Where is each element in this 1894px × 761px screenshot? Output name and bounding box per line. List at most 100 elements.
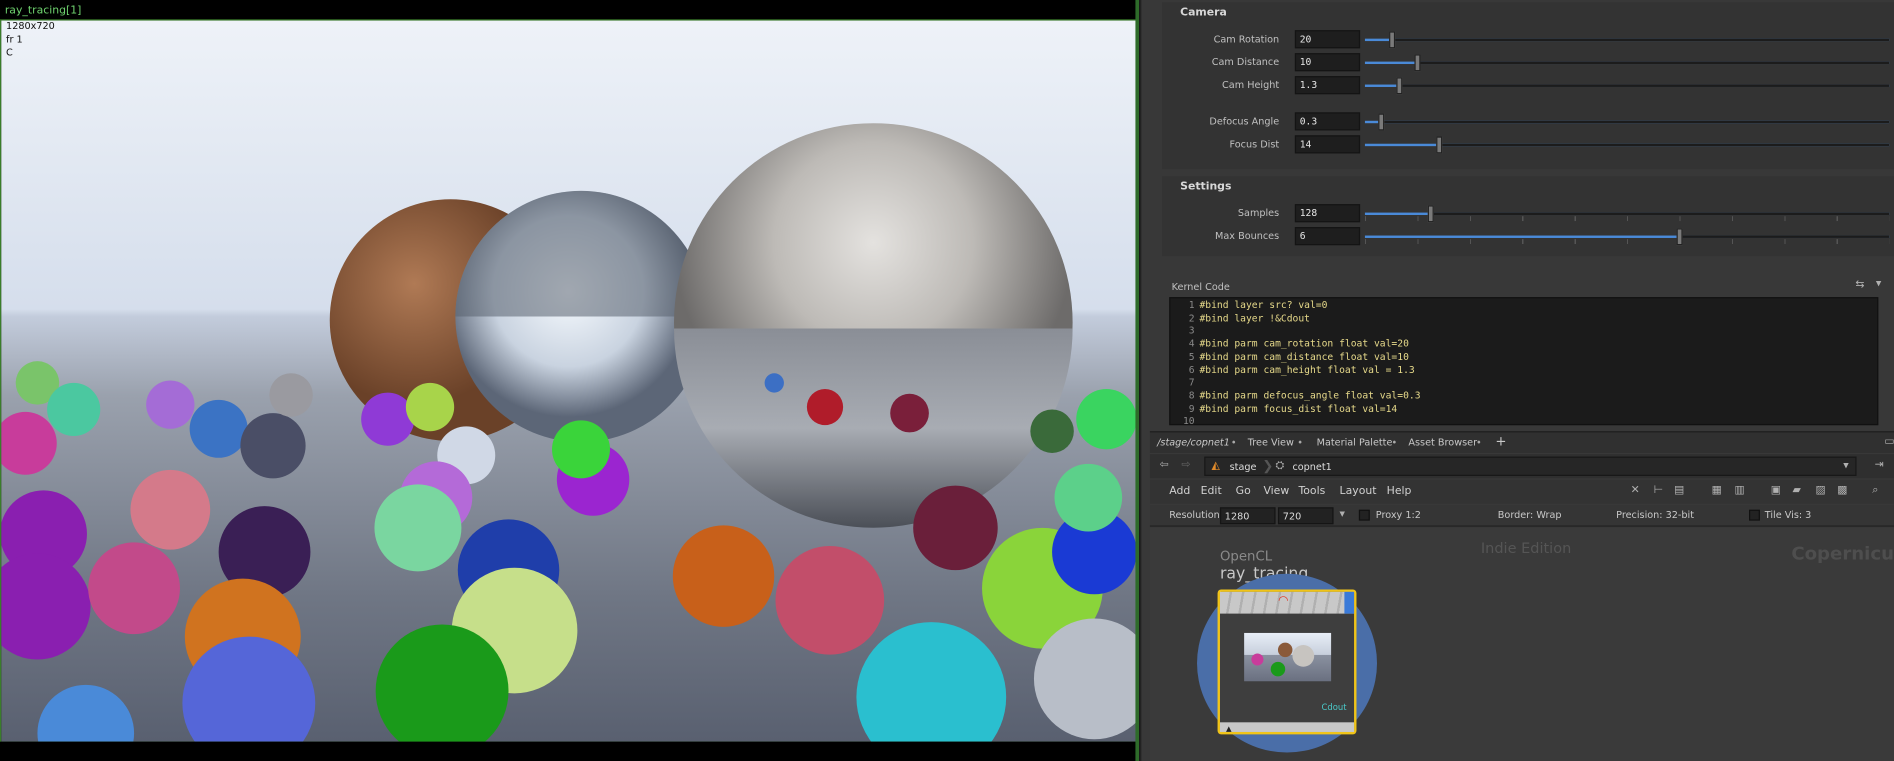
camera-heading[interactable]: Camera [1180, 7, 1227, 19]
chevron-down-icon[interactable]: ▾ [1843, 460, 1848, 472]
gauge-icon: ◠ [1277, 594, 1289, 608]
cam-rotation-label: Cam Rotation [1213, 33, 1280, 45]
context-watermark: Copernicus [1791, 542, 1894, 565]
network-path-bar: ⇦ ⇨ ◭ stage ❯ ⛭ copnet1 ▾ ⇥ [1149, 454, 1894, 479]
add-tab-button[interactable]: + [1495, 434, 1506, 450]
cam-distance-slider-remainder [1417, 61, 1890, 65]
defocus-angle-slider-remainder [1380, 120, 1890, 124]
palette-icon[interactable]: ▩ [1837, 484, 1847, 496]
resolution-height-field[interactable]: 720 [1277, 507, 1334, 525]
menu-view[interactable]: View [1263, 486, 1289, 498]
wrench-icon[interactable]: ✕ [1631, 484, 1640, 496]
code-line[interactable]: #bind parm focus_dist float val=14 [1199, 403, 1397, 414]
expand-icon[interactable]: ⇆ [1855, 279, 1864, 291]
code-line[interactable]: #bind parm defocus_angle float val=0.3 [1199, 390, 1420, 401]
input-arrow-icon[interactable]: ▲ [1226, 725, 1232, 733]
image-icon[interactable]: ▣ [1771, 484, 1781, 496]
max-bounces-field[interactable]: 6 [1294, 227, 1361, 246]
cam-distance-slider-handle[interactable] [1414, 54, 1421, 72]
network-editor[interactable]: OpenCL ray_tracing Indie Edition Coperni… [1149, 527, 1894, 761]
cam-height-slider-remainder [1398, 84, 1890, 87]
focus-dist-slider-handle[interactable] [1435, 136, 1442, 154]
resolution-label: Resolution [1169, 509, 1220, 521]
search-icon[interactable]: ⌕ [1872, 484, 1878, 496]
code-line-number: 2 [1188, 312, 1195, 324]
network-menu-bar: Add Edit Go View Tools Layout Help ✕ ⊢ ▤ ▦ ▥ ▣ ▰ ▨ ▩ ⌕ [1149, 479, 1894, 504]
tree-icon[interactable]: ⊢ [1654, 484, 1663, 496]
node-footer [1219, 722, 1355, 732]
tab-dot-icon: • [1297, 437, 1303, 449]
stamp-icon[interactable]: ▨ [1815, 484, 1825, 496]
proxy-checkbox[interactable] [1358, 509, 1370, 521]
defocus-angle-slider-handle[interactable] [1378, 113, 1385, 131]
code-line[interactable]: #bind parm cam_distance float val=10 [1199, 351, 1408, 362]
kernel-code-editor[interactable]: 1 #bind layer src? val=0 2 #bind layer !&Cd… [1169, 297, 1879, 426]
max-bounces-slider-remainder [1679, 235, 1890, 238]
resolution-width-field[interactable]: 1280 [1219, 507, 1276, 525]
menu-edit[interactable]: Edit [1201, 486, 1222, 498]
samples-slider-ticks [1364, 216, 1890, 222]
focus-dist-slider-remainder [1438, 143, 1890, 147]
samples-field[interactable]: 128 [1294, 204, 1361, 223]
settings-heading[interactable]: Settings [1180, 181, 1231, 193]
menu-add[interactable]: Add [1169, 486, 1190, 498]
code-line-number: 1 [1188, 299, 1195, 311]
stage-icon: ◭ [1211, 460, 1220, 473]
code-line-number: 9 [1188, 402, 1195, 414]
viewport-frame-border [0, 19, 1138, 743]
border-mode[interactable]: Border: Wrap [1498, 510, 1562, 521]
code-line-number: 6 [1188, 364, 1195, 376]
menu-tools[interactable]: Tools [1298, 486, 1325, 498]
chevron-down-icon[interactable]: ▾ [1340, 509, 1345, 521]
tab-network-path[interactable]: /stage/copnet1 [1157, 437, 1230, 448]
samples-slider-remainder [1430, 212, 1890, 216]
precision-mode[interactable]: Precision: 32-bit [1616, 510, 1694, 521]
indie-edition-watermark: Indie Edition [1480, 539, 1572, 557]
list-icon[interactable]: ▥ [1735, 484, 1745, 496]
code-line-number: 8 [1188, 390, 1195, 401]
menu-help[interactable]: Help [1387, 486, 1412, 498]
code-line-number: 10 [1182, 415, 1195, 426]
path-field[interactable]: ◭ stage ❯ ⛭ copnet1 ▾ [1204, 456, 1857, 476]
samples-slider-handle[interactable] [1428, 205, 1435, 223]
path-copnet[interactable]: copnet1 [1292, 461, 1331, 472]
code-line[interactable]: #bind parm cam_rotation float val=20 [1199, 338, 1408, 349]
pane-tab-bar: /stage/copnet1 • Tree View • Material Pa… [1149, 431, 1894, 453]
tab-asset-browser[interactable]: Asset Browser [1408, 437, 1477, 448]
opencl-node[interactable]: ◠ Cdout ▲ [1217, 589, 1357, 735]
output-label: Cdout [1321, 702, 1347, 713]
cam-height-slider-handle[interactable] [1396, 77, 1403, 95]
tab-tree-view[interactable]: Tree View [1248, 437, 1294, 448]
viewport[interactable]: ray_tracing[1] 1280x720 fr 1 C [0, 0, 1138, 761]
copnet-icon: ⛭ [1275, 460, 1285, 473]
chevron-down-icon[interactable]: ▾ [1876, 278, 1881, 290]
cam-height-field[interactable]: 1.3 [1294, 76, 1361, 95]
path-stage[interactable]: stage [1230, 461, 1257, 472]
focus-dist-field[interactable]: 14 [1294, 135, 1361, 154]
cam-rotation-slider-remainder [1391, 38, 1890, 42]
pane-menu-icon[interactable]: ▭ [1884, 436, 1894, 448]
menu-layout[interactable]: Layout [1340, 486, 1377, 498]
max-bounces-slider-handle[interactable] [1677, 228, 1684, 246]
code-line[interactable]: #bind parm cam_height float val = 1.3 [1199, 364, 1414, 375]
cam-distance-field[interactable]: 10 [1294, 53, 1361, 72]
code-line-number: 5 [1188, 351, 1195, 363]
layout-icon[interactable]: ▤ [1674, 484, 1684, 496]
tile-vis-checkbox[interactable] [1749, 509, 1760, 521]
code-line[interactable]: #bind layer src? val=0 [1199, 300, 1327, 311]
note-icon[interactable]: ▰ [1793, 484, 1801, 496]
pin-icon[interactable]: ⇥ [1875, 459, 1884, 471]
code-line[interactable]: #bind layer !&Cdout [1199, 312, 1310, 323]
forward-arrow-icon[interactable]: ⇨ [1181, 459, 1190, 471]
back-arrow-icon[interactable]: ⇦ [1160, 459, 1169, 471]
focus-dist-label: Focus Dist [1229, 138, 1280, 150]
cam-rotation-field[interactable]: 20 [1294, 30, 1361, 49]
copernicus-options-bar: Resolution 1280 720 ▾ Proxy 1:2 Border: … [1149, 504, 1894, 527]
cam-rotation-slider-handle[interactable] [1388, 31, 1395, 49]
node-type-label: OpenCL [1219, 548, 1273, 565]
display-flag[interactable] [1344, 591, 1355, 614]
menu-go[interactable]: Go [1236, 486, 1251, 498]
defocus-angle-field[interactable]: 0.3 [1294, 112, 1361, 131]
tab-material-palette[interactable]: Material Palette [1317, 437, 1393, 448]
grid-icon[interactable]: ▦ [1712, 484, 1722, 496]
